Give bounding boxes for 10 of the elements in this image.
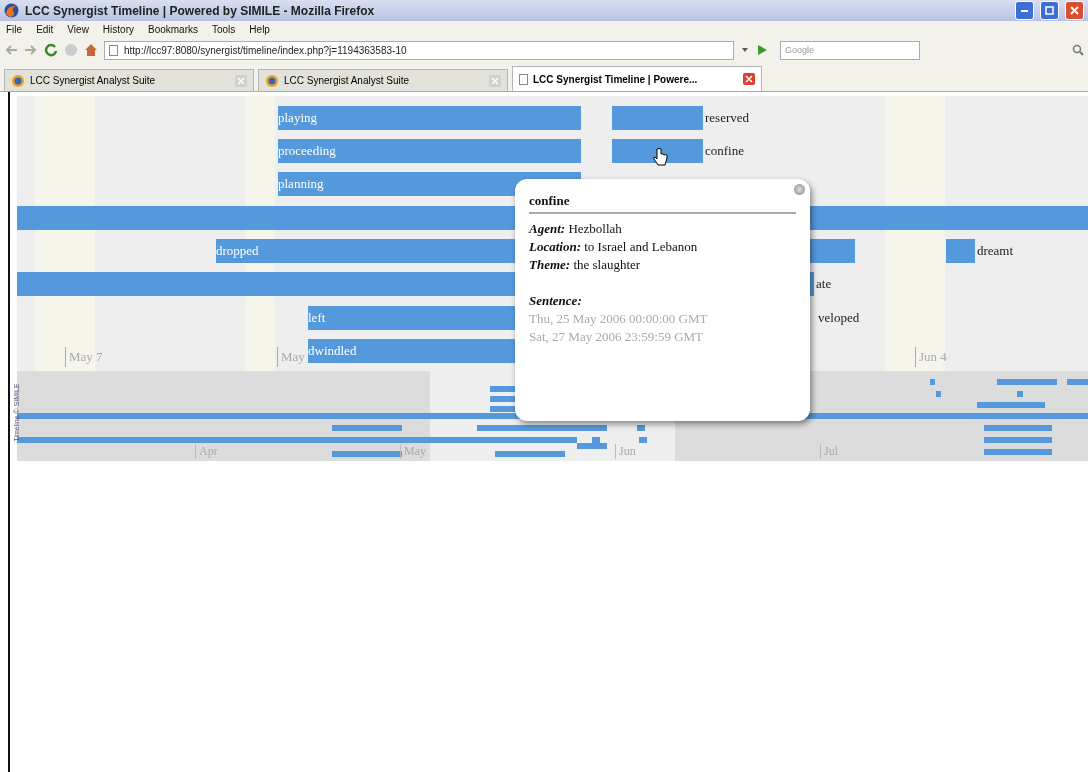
window-title: LCC Synergist Timeline | Powered by SIMILE - Mozilla Firefox xyxy=(25,3,376,18)
field-name: Agent: xyxy=(529,221,566,236)
field-value: Hezbollah xyxy=(568,221,622,236)
field-name: Sentence: xyxy=(529,293,582,308)
month-label: Jun xyxy=(615,444,636,459)
field-value: the slaughter xyxy=(573,257,641,272)
field-name: Theme: xyxy=(529,257,571,272)
field-name: Location: xyxy=(529,239,581,254)
field-value: to Israel and Lebanon xyxy=(584,239,698,254)
popup-title: confine xyxy=(529,193,796,214)
